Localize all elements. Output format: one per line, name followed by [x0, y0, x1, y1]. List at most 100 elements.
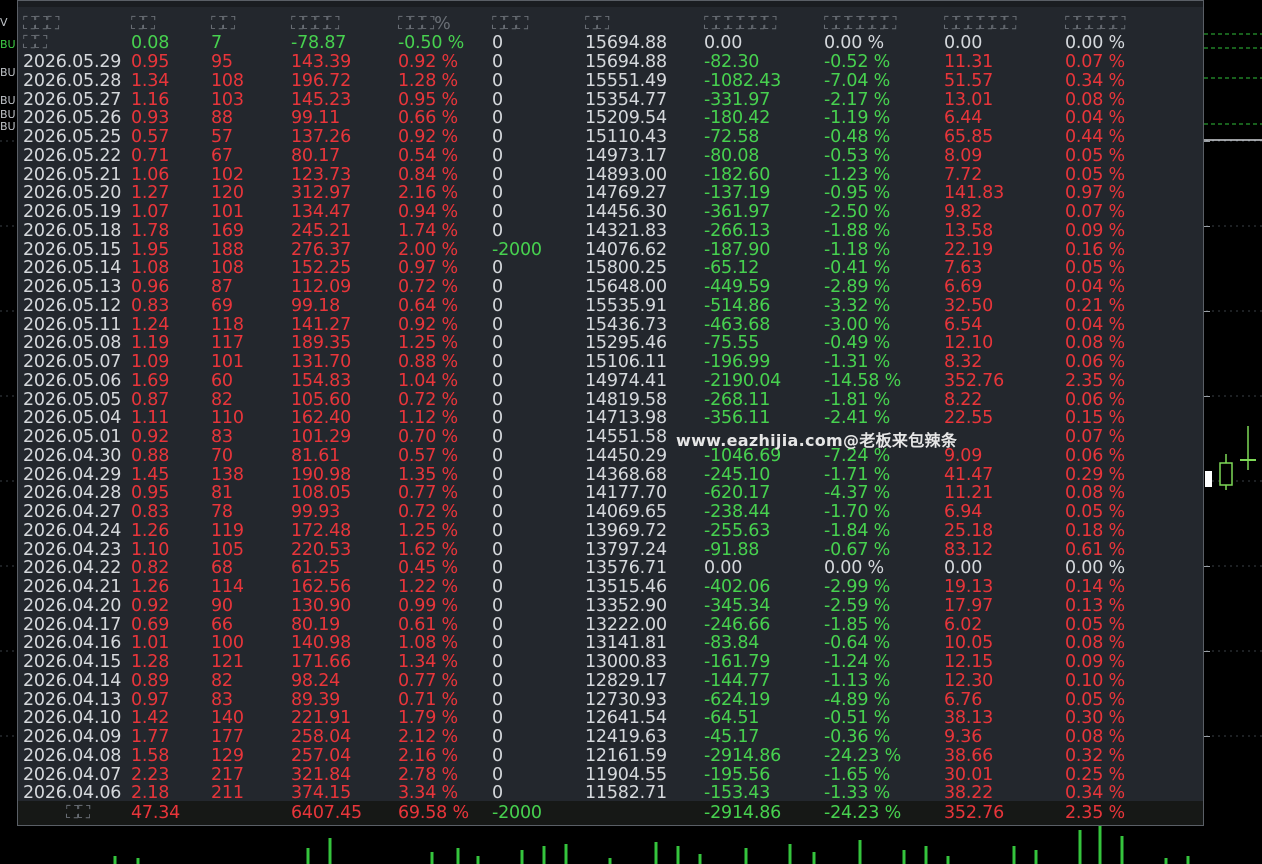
row-date: 2026.04.17 [23, 614, 122, 635]
row-cell: 15551.49 [585, 70, 667, 91]
row-cell: -1.71 % [824, 464, 891, 485]
row-cell: 105 [211, 539, 244, 560]
row-cell: 1.07 [131, 202, 170, 222]
row-cell: 0.44 % [1065, 127, 1125, 147]
row-cell: 11582.71 [585, 783, 667, 804]
row-cell: -80.08 [704, 145, 760, 166]
watermark-text: www.eazhijia.com@老板来包辣条 [676, 431, 958, 450]
row-cell: 0.57 % [398, 445, 458, 466]
row-cell: 0.05 % [1065, 614, 1125, 635]
row-cell: 245.21 [291, 220, 352, 241]
row-date: 2026.04.14 [23, 670, 122, 691]
row-cell: 8.09 [944, 145, 983, 166]
row-cell: 15110.43 [585, 127, 667, 147]
row-cell: -1.88 % [824, 220, 891, 241]
row-cell: 88 [211, 108, 233, 129]
row-date: 2026.05.12 [23, 295, 122, 316]
table-row: 2026.05.06 1.69 60 154.83 1.04 % 0 14974.41 -21… [18, 372, 1203, 391]
row-cell: 0.96 [131, 277, 170, 297]
row-cell: 0 [492, 595, 503, 616]
row-cell: 10.05 [944, 633, 994, 654]
row-cell: 2.78 % [398, 764, 458, 785]
row-cell: 196.72 [291, 70, 352, 91]
row-cell: 15106.11 [585, 352, 667, 372]
row-cell: 0.09 % [1065, 220, 1125, 241]
row-cell: 1.24 [131, 314, 170, 335]
table-row: 2026.05.12 0.83 69 99.18 0.64 % 0 15535.91 -514… [18, 297, 1203, 316]
row-cell: 169 [211, 220, 244, 241]
row-cell: 51.57 [944, 70, 994, 91]
header-date: ⛶⛶⛶ [23, 14, 60, 34]
row-cell: -182.60 [704, 164, 771, 185]
table-row: 2026.04.14 0.89 82 98.24 0.77 % 0 12829.17 -144… [18, 672, 1203, 691]
row-cell: 131.70 [291, 352, 352, 372]
row-cell: 257.04 [291, 745, 352, 766]
row-cell: 0.72 % [398, 277, 458, 297]
row-cell: 98.24 [291, 670, 341, 691]
row-cell: 15648.00 [585, 277, 667, 297]
row-cell: -463.68 [704, 314, 771, 335]
row-cell: 2.12 % [398, 727, 458, 747]
row-cell: 0.32 % [1065, 745, 1125, 766]
row-cell: 0.87 [131, 389, 170, 410]
header-col: ⛶⛶⛶⛶⛶⛶ [824, 14, 897, 34]
header-col: ⛶⛶⛶⛶⛶ [1065, 14, 1126, 34]
row-cell: 99.93 [291, 502, 341, 522]
axis-tick [1204, 566, 1210, 567]
row-cell: 13.01 [944, 89, 994, 110]
row-cell: -0.53 % [824, 145, 891, 166]
volume-bars [113, 826, 1190, 864]
row-cell: 0 [492, 483, 503, 504]
table-row: 2026.04.09 1.77 177 258.04 2.12 % 0 12419.63 -4… [18, 728, 1203, 747]
row-cell: 67 [211, 145, 233, 166]
table-row: 2026.05.07 1.09 101 131.70 0.88 % 0 15106.11 -1… [18, 353, 1203, 372]
row-cell: -266.13 [704, 220, 771, 241]
table-row: 2026.04.29 1.45 138 190.98 1.35 % 0 14368.68 -2… [18, 464, 1203, 485]
row-cell: 321.84 [291, 764, 352, 785]
row-cell: 162.56 [291, 577, 352, 597]
row-cell: -161.79 [704, 652, 771, 672]
row-cell: 0.92 [131, 595, 170, 616]
total-row: ⛶⛶ 47.34 6407.45 69.58 % -2000 -2914.86 … [18, 804, 1203, 823]
row-cell: 57 [211, 127, 233, 147]
row-cell: 0.05 % [1065, 502, 1125, 522]
summary-cell: 0.08 [131, 33, 170, 53]
row-cell: 82 [211, 389, 233, 410]
row-cell: 0 [492, 539, 503, 560]
row-cell: 1.08 [131, 258, 170, 279]
row-date: 2026.05.04 [23, 408, 122, 429]
row-cell: 1.35 % [398, 464, 458, 485]
row-cell: 0 [492, 614, 503, 635]
row-cell: 70 [211, 445, 233, 466]
header-col: ⛶⛶⛶ [492, 14, 529, 34]
row-cell: -0.52 % [824, 52, 891, 72]
row-cell: 0.77 % [398, 483, 458, 504]
row-cell: -0.48 % [824, 127, 891, 147]
row-cell: 0.04 % [1065, 277, 1125, 297]
row-cell: 211 [211, 783, 244, 804]
row-cell: 0.72 % [398, 389, 458, 410]
row-cell: 352.76 [944, 370, 1005, 391]
row-cell: -2.41 % [824, 408, 891, 429]
row-cell: 1.12 % [398, 408, 458, 429]
daily-stats-panel[interactable]: ⛶⛶⛶ ⛶⛶ ⛶⛶ ⛶⛶⛶⛶ ⛶⛶⛶% ⛶⛶⛶ ⛶⛶ ⛶⛶⛶⛶⛶⛶ ⛶⛶⛶⛶⛶⛶… [17, 0, 1204, 826]
row-cell: 7.63 [944, 258, 983, 279]
row-cell: 0 [492, 558, 503, 579]
axis-tick [1204, 736, 1210, 737]
row-cell: -0.64 % [824, 633, 891, 654]
row-cell: 14076.62 [585, 239, 667, 260]
row-cell: 101 [211, 352, 244, 372]
row-cell: 1.62 % [398, 539, 458, 560]
row-cell: 0.34 % [1065, 783, 1125, 804]
row-cell: 0.07 % [1065, 202, 1125, 222]
row-cell: 0.21 % [1065, 295, 1125, 316]
row-cell: 1.25 % [398, 333, 458, 354]
table-row: 2026.04.21 1.26 114 162.56 1.22 % 0 13515.46 -4… [18, 578, 1203, 597]
table-row: 2026.04.07 2.23 217 321.84 2.78 % 0 11904.55 -1… [18, 764, 1203, 785]
row-cell: 2.35 % [1065, 370, 1125, 391]
row-cell: 0 [492, 183, 503, 204]
row-cell: 14321.83 [585, 220, 667, 241]
row-date: 2026.05.29 [23, 52, 122, 72]
table-row: 2026.05.20 1.27 120 312.97 2.16 % 0 14769.27 -1… [18, 184, 1203, 203]
row-cell: 140 [211, 708, 244, 729]
